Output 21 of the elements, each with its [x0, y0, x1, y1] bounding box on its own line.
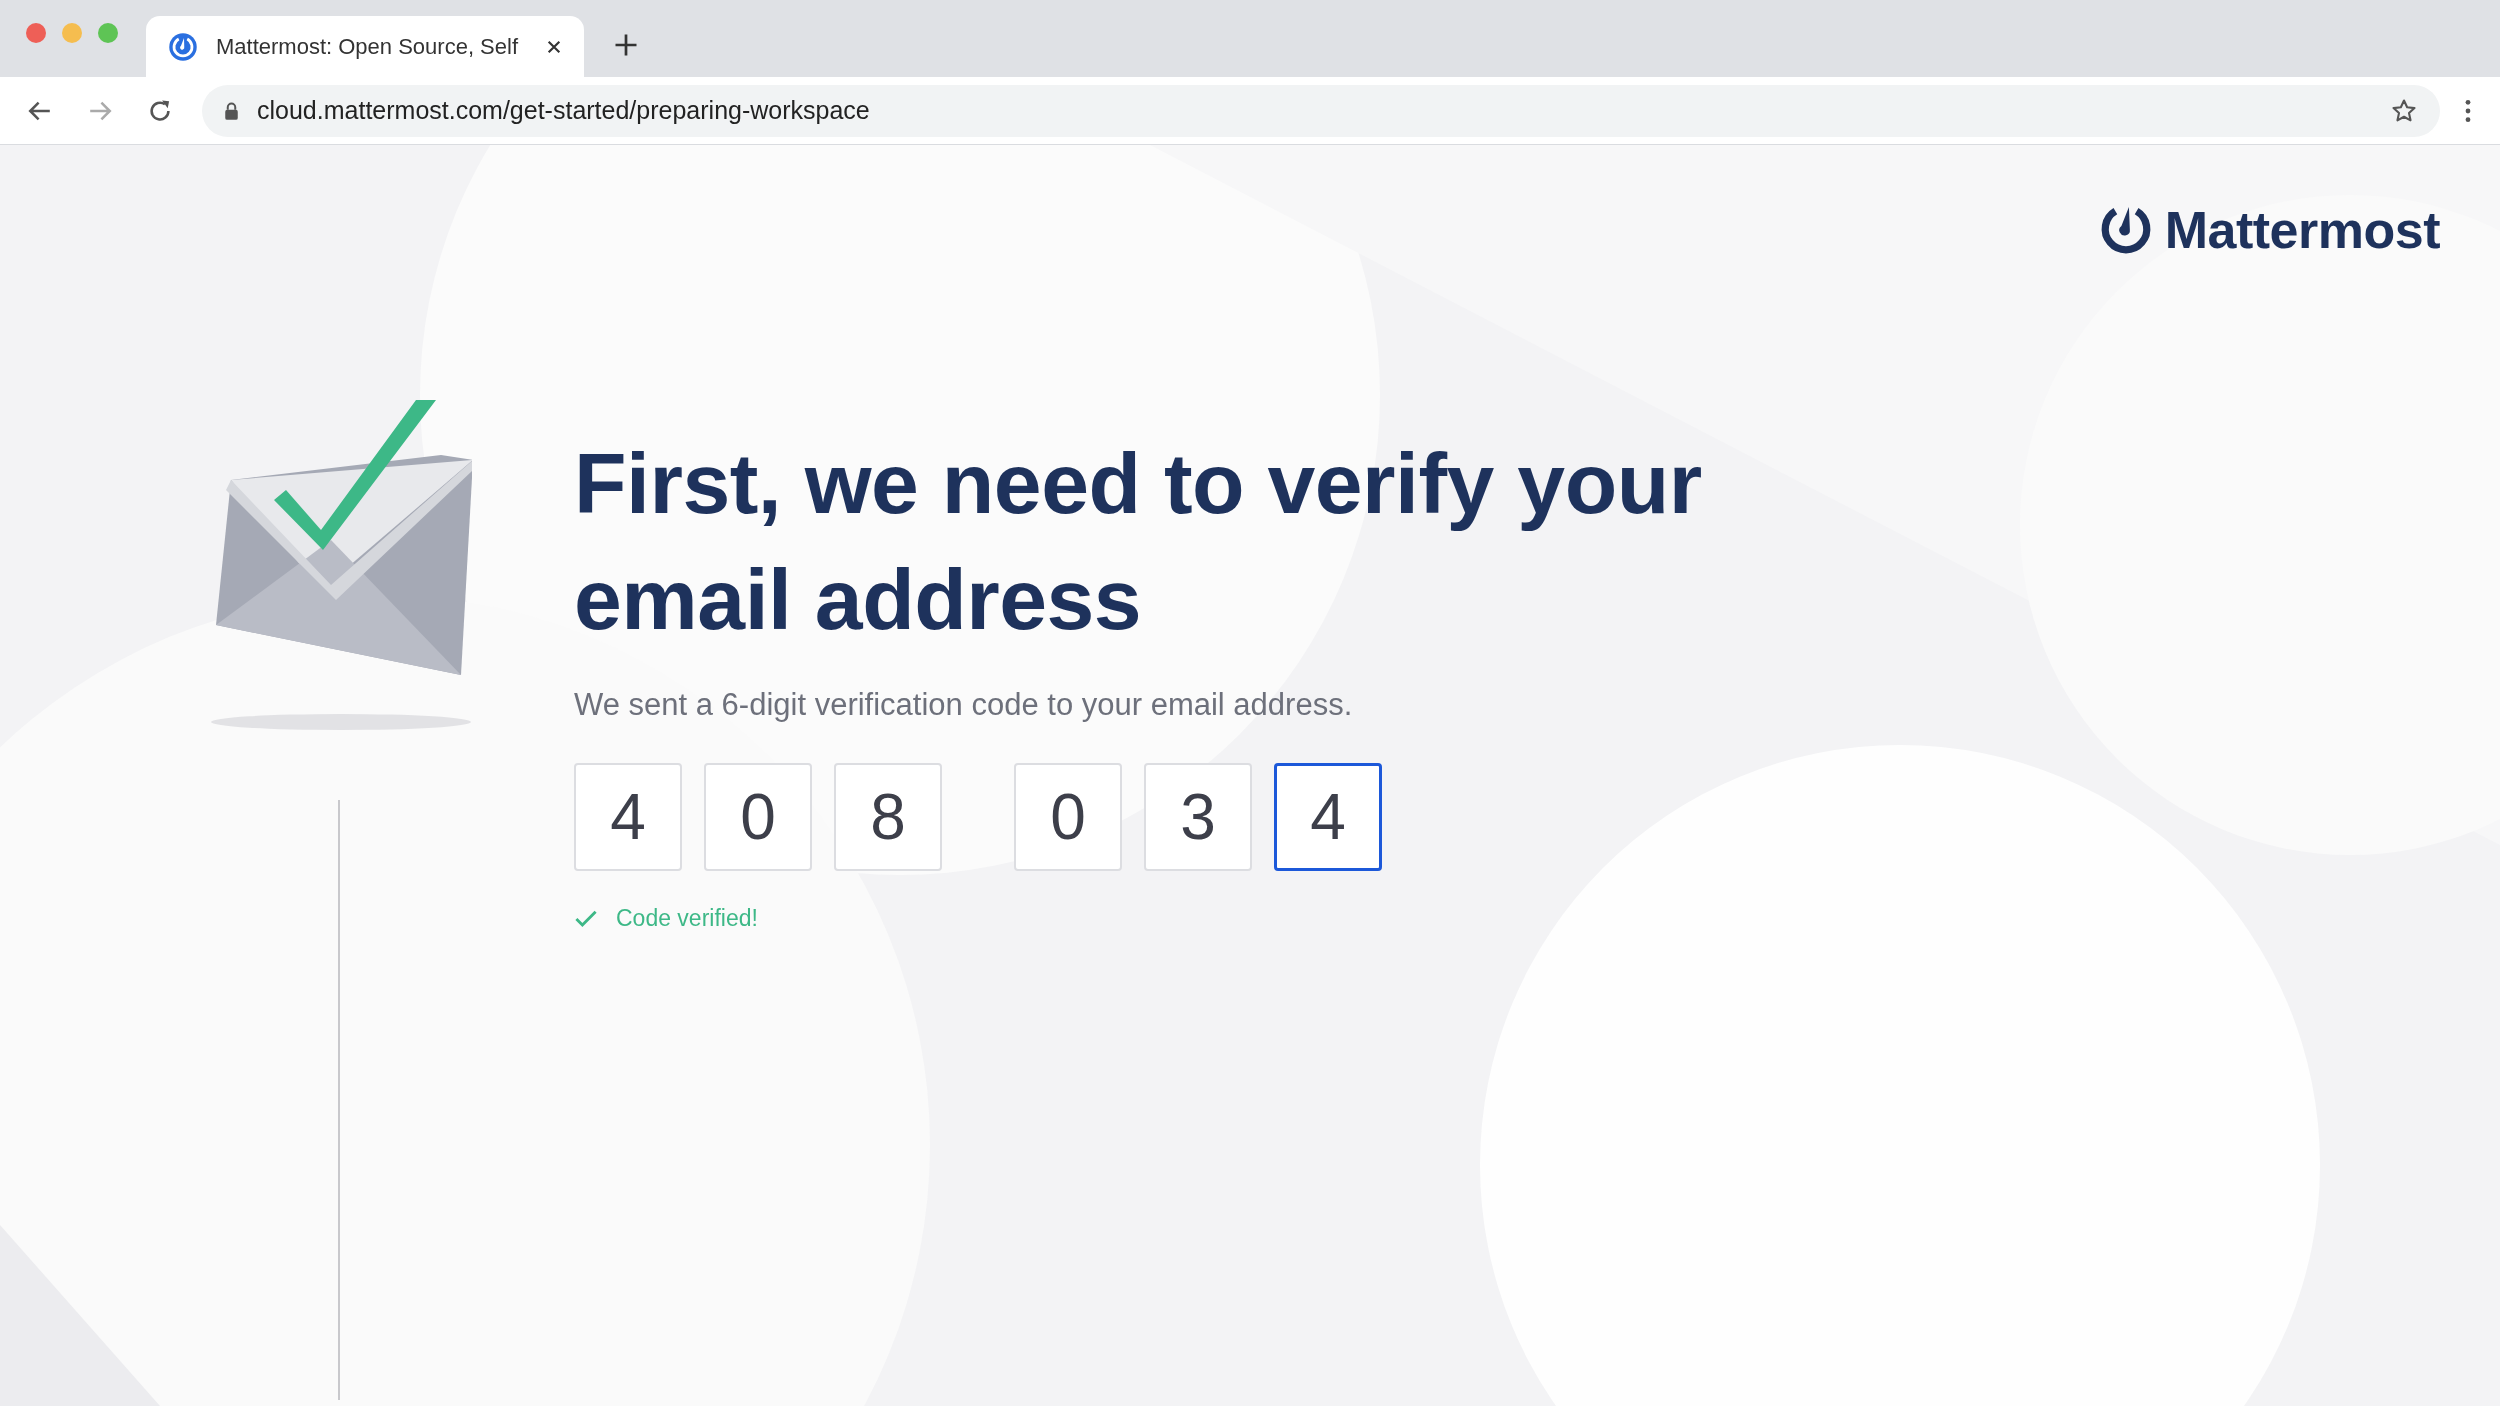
- code-digit-field[interactable]: 8: [834, 763, 942, 871]
- code-digit-field[interactable]: 4: [574, 763, 682, 871]
- heading: First, we need to verify your email address: [574, 434, 1703, 649]
- checkmark-icon: [574, 908, 598, 929]
- url-text: cloud.mattermost.com/get-started/preparing-workspace: [257, 96, 871, 125]
- code-digit-field[interactable]: 0: [1014, 763, 1122, 871]
- new-tab-icon[interactable]: [614, 33, 638, 57]
- close-window-icon[interactable]: [26, 23, 46, 43]
- logo-text: Mattermost: [2164, 200, 2440, 260]
- logo-icon: [168, 31, 198, 62]
- status-message: Code verified!: [616, 905, 758, 932]
- lock-icon: [224, 101, 239, 120]
- code-digit-field[interactable]: 3: [1144, 763, 1252, 871]
- address-bar[interactable]: cloud.mattermost.com/get-started/preparing-workspace: [202, 84, 2440, 137]
- menu-icon[interactable]: [2464, 97, 2472, 124]
- browser-tab[interactable]: Mattermost: Open Source, Self: [146, 16, 584, 77]
- tab-title: Mattermost: Open Source, Self: [216, 33, 520, 60]
- code-digit-field[interactable]: 4: [1274, 763, 1382, 871]
- code-digit-field[interactable]: 0: [704, 763, 812, 871]
- close-icon[interactable]: [546, 38, 562, 55]
- subtitle: We sent a 6-digit verification code to your email address.: [574, 687, 1354, 723]
